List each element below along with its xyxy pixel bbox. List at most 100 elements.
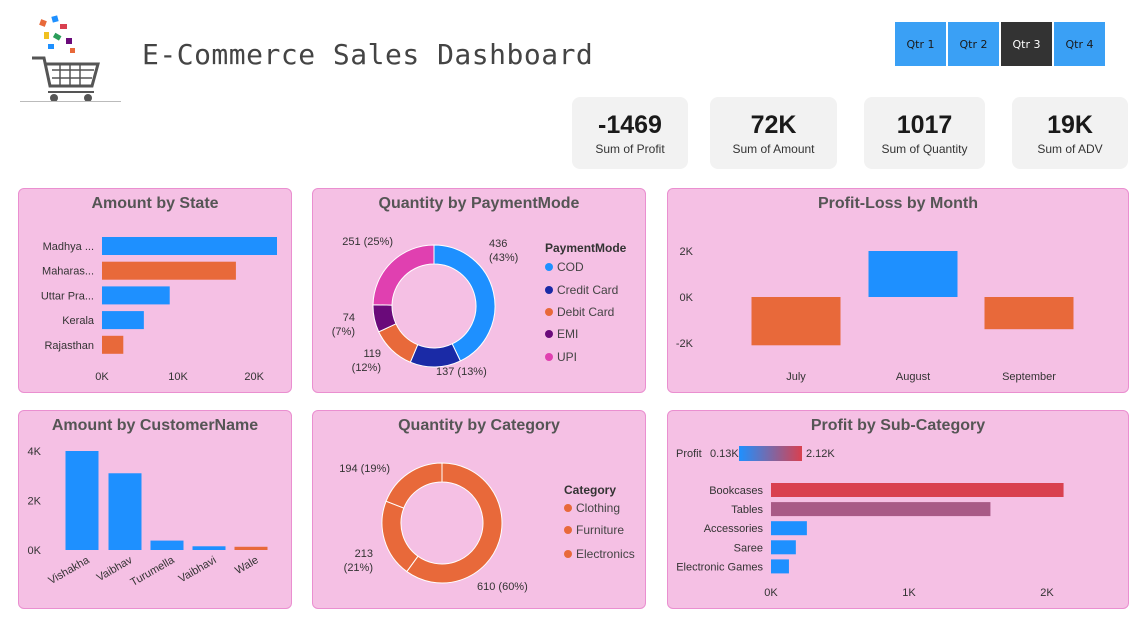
chart-amount-by-customer: 4K2K0KVishakha VaibhavTurumella Vaibhavi Wa… [28,446,268,589]
legend-item-emi[interactable]: EMI [545,327,578,341]
kpi-card-adv: 19K Sum of ADV [1012,97,1128,169]
bar [771,502,991,517]
bar [102,237,277,255]
legend-label: EMI [557,327,579,341]
gradient-legend-label: Profit [676,448,702,460]
page-title: E-Commerce Sales Dashboard [142,38,594,71]
legend-item-credit-card[interactable]: Credit Card [545,283,618,297]
legend-label: Credit Card [557,283,619,297]
bar [192,546,226,550]
legend-label: UPI [557,350,578,364]
slicer-qtr-4[interactable]: Qtr 4 [1054,22,1105,66]
panel-profit-by-subcategory[interactable]: Profit by Sub-Category Profit 0.13K 2.12K B… [667,410,1129,609]
data-label: 610 (60%) [477,581,528,593]
panel-amount-by-customer[interactable]: Amount by CustomerName 4K 2K 0K Vishakha Vai… [18,410,292,609]
donut-slice [433,244,496,362]
kpi-card-amount: 72K Sum of Amount [710,97,837,169]
data-label: 194 (19%) [339,463,390,475]
bar [102,261,236,280]
data-label: 119 (12%) [352,348,381,374]
gradient-legend-min: 0.13K [710,448,739,460]
slicer-qtr-3[interactable]: Qtr 3 [1001,22,1052,66]
bar [771,521,807,536]
bar [65,451,99,550]
kpi-value: 19K [1047,111,1093,139]
bar [150,540,184,550]
chart-amount-by-state: Madhya ... Maharas... Uttar Pra... Kerala Ra… [41,237,277,383]
axis-tick-label: 2K [680,246,694,258]
axis-tick-label: 0K [764,587,778,599]
axis-tick-label: Electronic Games [676,561,763,573]
axis-tick-label: Saree [734,542,763,554]
bar [771,540,796,555]
data-label: 251 (25%) [342,236,393,248]
legend-item-upi[interactable]: UPI [545,350,577,364]
donut-slice [381,500,419,573]
kpi-label: Sum of ADV [1037,142,1103,156]
axis-tick-label: 2K [28,496,42,508]
legend-item-electronics[interactable]: Electronics [564,547,635,561]
panel-profit-loss-by-month[interactable]: Profit-Loss by Month 2K 0K -2K July August Se… [667,188,1129,393]
legend-item-furniture[interactable]: Furniture [564,523,624,537]
axis-tick-label: Vaibhavi [177,554,219,585]
legend-item-cod[interactable]: COD [545,260,584,274]
data-label: 74 (7%) [332,312,355,338]
legend-label: Furniture [576,523,625,537]
chart-profit-by-subcategory: Profit 0.13K 2.12K Bookcases Tables Accessori… [676,446,1064,599]
legend-dot-icon [564,504,572,512]
axis-tick-label: September [1002,371,1056,383]
legend-title: Category [564,483,617,497]
bar [771,483,1064,497]
axis-tick-label: Maharas... [42,266,94,278]
bar [102,286,170,305]
bar [108,473,142,550]
legend-item-clothing[interactable]: Clothing [564,501,620,515]
axis-tick-label: 4K [28,446,42,458]
panel-qty-by-paymentmode[interactable]: Quantity by PaymentMode 436 (43%) 137 (13%… [312,188,646,393]
donut-slice [372,244,435,306]
slicer-qtr-2[interactable]: Qtr 2 [948,22,999,66]
legend-dot-icon [545,263,553,271]
slicer-qtr-1[interactable]: Qtr 1 [895,22,946,66]
axis-tick-label: 2K [1040,587,1054,599]
axis-tick-label: July [786,371,806,383]
bar [984,297,1074,330]
legend-dot-icon [545,353,553,361]
axis-tick-label: Bookcases [709,485,763,497]
axis-tick-label: Vishakha [46,554,92,587]
axis-tick-label: Tables [731,504,763,516]
bar [234,546,268,550]
axis-tick-label: 0K [28,545,42,557]
kpi-label: Sum of Amount [732,142,815,156]
axis-tick-label: Turumella [128,554,177,589]
data-label: 137 (13%) [436,366,487,378]
axis-tick-label: Uttar Pra... [41,290,94,302]
axis-tick-label: Wale [233,554,260,577]
bar [868,251,958,297]
kpi-value: 1017 [896,111,953,139]
legend-label: Clothing [576,501,621,515]
data-label: 213 (21%) [344,548,373,574]
legend-dot-icon [545,308,553,316]
kpi-value: -1469 [598,111,662,139]
kpi-card-profit: -1469 Sum of Profit [572,97,688,169]
legend-item-debit-card[interactable]: Debit Card [545,305,614,319]
legend-dot-icon [564,526,572,534]
legend-dot-icon [545,330,553,338]
legend-title: PaymentMode [545,241,627,255]
kpi-label: Sum of Profit [595,142,665,156]
logo-divider [20,101,121,102]
axis-tick-label: Kerala [62,315,95,327]
panel-qty-by-category[interactable]: Quantity by Category 610 (60%) 213 (21%) 19… [312,410,646,609]
axis-tick-label: 0K [95,371,109,383]
gradient-legend-bar [739,446,802,461]
axis-tick-label: 0K [680,292,694,304]
panel-amount-by-state[interactable]: Amount by State Madhya ... Maharas... Utta… [18,188,292,393]
legend-dot-icon [545,286,553,294]
axis-tick-label: August [896,371,930,383]
chart-profit-loss-by-month: 2K 0K -2K July August September [676,246,1074,383]
bar [751,297,841,346]
bar [771,559,789,574]
axis-tick-label: Accessories [704,523,764,535]
axis-tick-label: 10K [168,371,188,383]
